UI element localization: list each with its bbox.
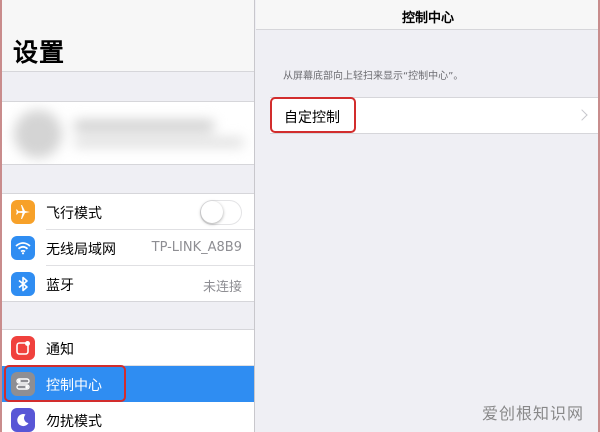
sidebar-item-notifications[interactable]: 通知 [0,330,254,366]
sidebar-item-bluetooth[interactable]: 蓝牙 未连接 [0,266,254,302]
profile-subtitle-blurred [74,138,244,147]
moon-icon [11,408,35,432]
profile-name-blurred [74,120,214,132]
customize-controls-cell[interactable]: 自定控制 [270,97,600,134]
detail-caption: 从屏幕底部向上轻扫来显示“控制中心”。 [283,71,464,82]
airplane-icon [11,200,35,224]
bluetooth-status-value: 未连接 [202,280,242,295]
sidebar-item-label: 通知 [46,342,74,358]
system-group: 通知 控制中心 勿扰模式 [0,329,254,432]
sidebar-item-label: 控制中心 [46,378,102,394]
wifi-network-value: TP-LINK_A8B9 [151,240,242,255]
connectivity-group: 飞行模式 无线局域网 TP-LINK_A8B9 蓝牙 未连接 [0,193,254,302]
sidebar-item-control-center[interactable]: 控制中心 [0,366,254,402]
control-center-icon [11,372,35,396]
profile-blur [0,102,254,164]
sidebar-item-label: 无线局域网 [46,242,116,258]
sidebar-item-wifi[interactable]: 无线局域网 TP-LINK_A8B9 [0,230,254,266]
bluetooth-icon [11,272,35,296]
watermark: 爱创根知识网 [481,404,584,423]
customize-controls-label: 自定控制 [284,110,340,126]
avatar [14,110,62,158]
sidebar-item-label: 蓝牙 [46,278,74,294]
sidebar-item-airplane-mode[interactable]: 飞行模式 [0,194,254,230]
wifi-icon [11,236,35,260]
profile-card[interactable] [0,101,254,165]
sidebar-header: 设置 [0,0,254,72]
airplane-mode-toggle[interactable] [200,200,242,225]
sidebar-item-do-not-disturb[interactable]: 勿扰模式 [0,402,254,432]
sidebar-item-label: 飞行模式 [46,206,102,222]
detail-header: 控制中心 [256,0,600,30]
chevron-right-icon [576,109,588,121]
notifications-icon [11,336,35,360]
toggle-knob [201,201,223,223]
sidebar-item-label: 勿扰模式 [46,414,102,430]
settings-sidebar: 设置 飞行模式 无线局域网 TP-LINK_A8B9 蓝牙 未连接 通知 控制中… [0,0,255,432]
sidebar-title: 设置 [13,38,66,67]
detail-title: 控制中心 [401,11,454,26]
